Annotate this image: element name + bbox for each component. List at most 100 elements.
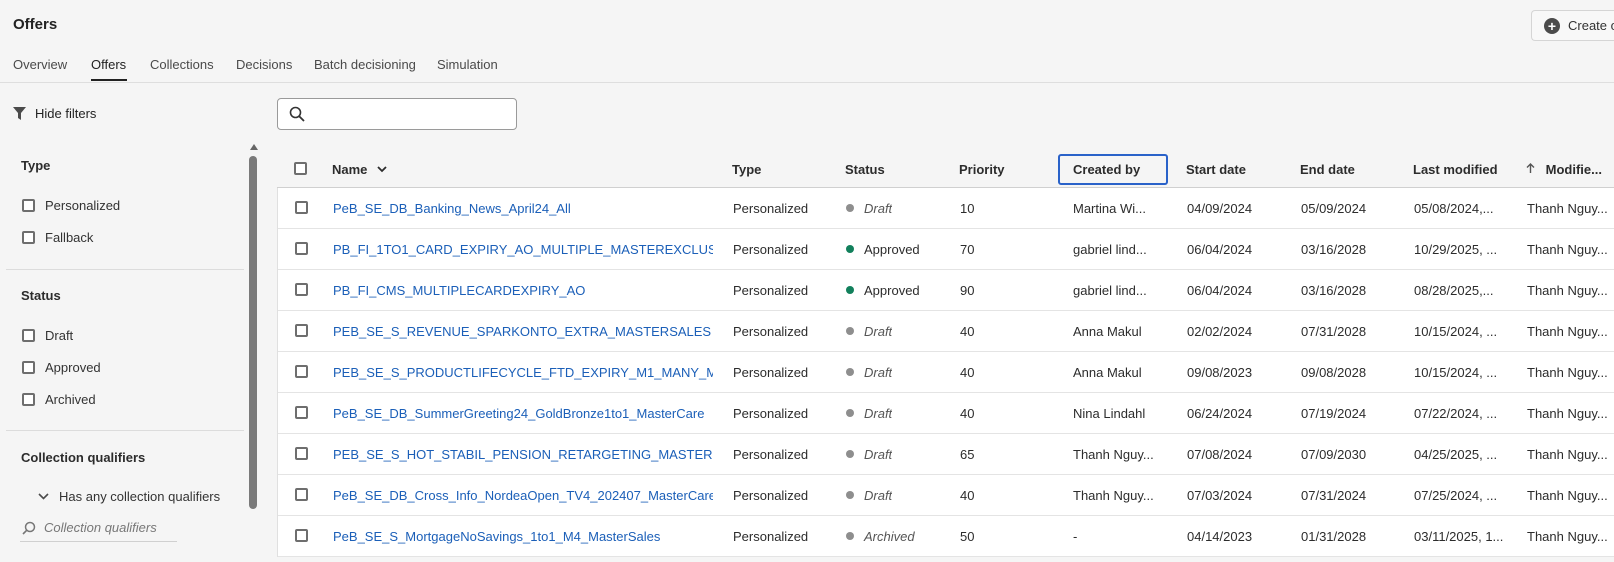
hide-filters-label: Hide filters [35, 106, 97, 121]
row-checkbox[interactable] [295, 529, 308, 542]
cell-end-date: 09/08/2028 [1301, 365, 1367, 380]
status-label: Approved [864, 283, 920, 298]
column-header-last-modified[interactable]: Last modified [1413, 162, 1498, 177]
checkbox[interactable] [22, 199, 35, 212]
scroll-up-arrow-icon[interactable] [250, 144, 258, 150]
create-offer-label: Create o [1568, 18, 1614, 33]
checkbox[interactable] [22, 329, 35, 342]
cell-last-modified: 08/28/2025,... [1414, 283, 1494, 298]
filter-type-heading: Type [21, 158, 51, 173]
offer-name-link[interactable]: PeB_SE_S_MortgageNoSavings_1to1_M4_Maste… [333, 529, 713, 544]
cell-type: Personalized [733, 447, 809, 462]
cell-start-date: 07/03/2024 [1187, 488, 1253, 503]
offer-name-link[interactable]: PeB_SE_DB_SummerGreeting24_GoldBronze1to… [333, 406, 713, 421]
row-checkbox[interactable] [295, 406, 308, 419]
cell-created-by: gabriel lind... [1073, 242, 1147, 257]
qualifier-mode-label: Has any collection qualifiers [59, 489, 221, 504]
offer-name-link[interactable]: PB_FI_CMS_MULTIPLECARDEXPIRY_AO [333, 283, 713, 298]
tab-batch-decisioning[interactable]: Batch decisioning [314, 57, 416, 72]
column-header-type[interactable]: Type [732, 162, 761, 177]
column-header-end-date[interactable]: End date [1300, 162, 1355, 177]
table-row[interactable]: PEB_SE_S_PRODUCTLIFECYCLE_FTD_EXPIRY_M1_… [278, 352, 1614, 393]
cell-start-date: 07/08/2024 [1187, 447, 1253, 462]
status-dot-icon [846, 532, 854, 540]
filter-option-label: Personalized [45, 198, 121, 213]
create-offer-button[interactable]: + Create o [1531, 10, 1614, 41]
cell-start-date: 09/08/2023 [1187, 365, 1253, 380]
search-field[interactable] [277, 98, 517, 130]
cell-status: Approved [846, 283, 920, 298]
table-row[interactable]: PeB_SE_DB_SummerGreeting24_GoldBronze1to… [278, 393, 1614, 434]
filter-qualifiers-heading: Collection qualifiers [21, 450, 146, 465]
offer-name-link[interactable]: PeB_SE_DB_Cross_Info_NordeaOpen_TV4_2024… [333, 488, 713, 503]
cell-priority: 90 [960, 283, 975, 298]
search-input[interactable] [313, 106, 503, 122]
cell-start-date: 06/04/2024 [1187, 242, 1253, 257]
cell-start-date: 04/09/2024 [1187, 201, 1253, 216]
offer-name-link[interactable]: PEB_SE_S_REVENUE_SPARKONTO_EXTRA_MASTERS… [333, 324, 713, 339]
filter-status-approved[interactable]: Approved [22, 360, 101, 375]
offer-name-link[interactable]: PEB_SE_S_PRODUCTLIFECYCLE_FTD_EXPIRY_M1_… [333, 365, 713, 380]
table-row[interactable]: PB_FI_CMS_MULTIPLECARDEXPIRY_AO Personali… [278, 270, 1614, 311]
offer-name-link[interactable]: PB_FI_1TO1_CARD_EXPIRY_AO_MULTIPLE_MASTE… [333, 242, 713, 257]
tab-collections[interactable]: Collections [150, 57, 214, 72]
status-label: Draft [864, 201, 893, 216]
qualifier-search-field[interactable]: Collection qualifiers [20, 514, 177, 542]
row-checkbox[interactable] [295, 242, 308, 255]
row-checkbox[interactable] [295, 447, 308, 460]
filter-option-label: Draft [45, 328, 74, 343]
select-all-checkbox[interactable] [294, 162, 307, 175]
cell-priority: 50 [960, 529, 975, 544]
tab-simulation[interactable]: Simulation [437, 57, 498, 72]
tab-overview[interactable]: Overview [13, 57, 67, 72]
cell-modified-by: Thanh Nguy... [1527, 201, 1608, 216]
column-header-name[interactable]: Name [332, 162, 387, 177]
filter-scrollbar-thumb[interactable] [249, 156, 257, 509]
row-checkbox[interactable] [295, 324, 308, 337]
offer-name-link[interactable]: PEB_SE_S_HOT_STABIL_PENSION_RETARGETING_… [333, 447, 713, 462]
filter-type-fallback[interactable]: Fallback [22, 230, 93, 245]
column-header-created-by[interactable]: Created by [1073, 162, 1140, 177]
status-label: Draft [864, 365, 893, 380]
filter-status-archived[interactable]: Archived [22, 392, 96, 407]
checkbox[interactable] [22, 393, 35, 406]
column-header-status[interactable]: Status [845, 162, 885, 177]
filter-type-personalized[interactable]: Personalized [22, 198, 120, 213]
qualifier-mode-dropdown[interactable]: Has any collection qualifiers [38, 489, 220, 504]
cell-start-date: 06/24/2024 [1187, 406, 1253, 421]
checkbox[interactable] [22, 231, 35, 244]
table-row[interactable]: PeB_SE_S_MortgageNoSavings_1to1_M4_Maste… [278, 516, 1614, 557]
table-row[interactable]: PeB_SE_DB_Banking_News_April24_All Person… [278, 188, 1614, 229]
row-checkbox[interactable] [295, 488, 308, 501]
hide-filters-button[interactable]: Hide filters [13, 106, 96, 121]
filter-divider [6, 269, 244, 270]
cell-modified-by: Thanh Nguy... [1527, 529, 1608, 544]
cell-end-date: 05/09/2024 [1301, 201, 1367, 216]
filter-icon [13, 107, 26, 120]
table-row[interactable]: PEB_SE_S_HOT_STABIL_PENSION_RETARGETING_… [278, 434, 1614, 475]
filter-divider [6, 430, 244, 431]
table-row[interactable]: PeB_SE_DB_Cross_Info_NordeaOpen_TV4_2024… [278, 475, 1614, 516]
cell-end-date: 07/09/2030 [1301, 447, 1367, 462]
column-header-priority[interactable]: Priority [959, 162, 1005, 177]
cell-created-by: Thanh Nguy... [1073, 488, 1154, 503]
status-dot-icon [846, 327, 854, 335]
tab-offers[interactable]: Offers [91, 57, 126, 72]
row-checkbox[interactable] [295, 283, 308, 296]
tab-decisions[interactable]: Decisions [236, 57, 292, 72]
table-row[interactable]: PEB_SE_S_REVENUE_SPARKONTO_EXTRA_MASTERS… [278, 311, 1614, 352]
column-header-start-date[interactable]: Start date [1186, 162, 1246, 177]
filter-option-label: Archived [45, 392, 96, 407]
column-header-modified-by[interactable]: Modifie... [1526, 162, 1602, 177]
tab-bar: Overview Offers Collections Decisions Ba… [0, 56, 1614, 83]
cell-status: Draft [846, 324, 892, 339]
cell-modified-by: Thanh Nguy... [1527, 488, 1608, 503]
column-name-label: Name [332, 162, 368, 177]
filter-status-draft[interactable]: Draft [22, 328, 73, 343]
row-checkbox[interactable] [295, 365, 308, 378]
table-row[interactable]: PB_FI_1TO1_CARD_EXPIRY_AO_MULTIPLE_MASTE… [278, 229, 1614, 270]
cell-priority: 10 [960, 201, 975, 216]
offer-name-link[interactable]: PeB_SE_DB_Banking_News_April24_All [333, 201, 713, 216]
row-checkbox[interactable] [295, 201, 308, 214]
checkbox[interactable] [22, 361, 35, 374]
